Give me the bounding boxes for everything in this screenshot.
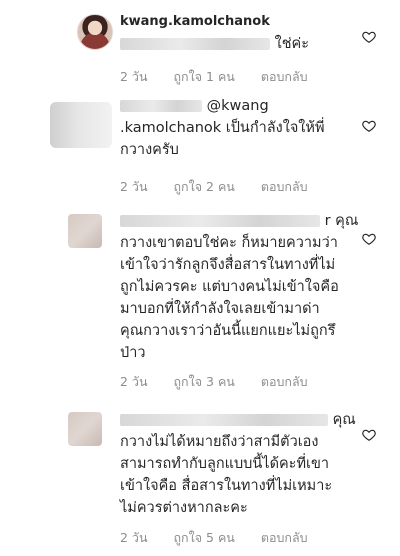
comment-2-meta: 2 วัน ถูกใจ 2 คน ตอบกลับ — [120, 177, 330, 197]
comment-4-text: คุณ กวางไม่ได้หมายถึงว่าสามีตัวเอง สามาร… — [120, 412, 356, 516]
timestamp: 2 วัน — [120, 530, 148, 545]
reply-button[interactable]: ตอบกลับ — [261, 69, 308, 84]
redacted-username — [120, 215, 320, 227]
username[interactable]: kwang.kamolchanok — [120, 14, 270, 29]
heart-outline-icon[interactable] — [362, 428, 376, 442]
comment-3-text: r คุณ กวางเขาตอบใช่คะ ก็หมายความว่า เข้า… — [120, 213, 359, 361]
reply-button[interactable]: ตอบกลับ — [261, 179, 308, 194]
heart-outline-icon[interactable] — [362, 119, 376, 133]
like-count[interactable]: ถูกใจ 5 คน — [173, 530, 234, 545]
comment-1-text: ใช่ค่ะ — [120, 33, 309, 55]
avatar[interactable] — [68, 214, 102, 248]
avatar[interactable] — [68, 412, 102, 446]
redacted-username — [120, 414, 328, 426]
timestamp: 2 วัน — [120, 69, 148, 84]
comment-4: คุณ กวางไม่ได้หมายถึงว่าสามีตัวเอง สามาร… — [0, 402, 400, 556]
heart-outline-icon[interactable] — [362, 232, 376, 246]
comment-4-meta: 2 วัน ถูกใจ 5 คน ตอบกลับ — [120, 528, 330, 548]
like-count[interactable]: ถูกใจ 2 คน — [173, 179, 234, 194]
redacted-username — [120, 100, 202, 112]
heart-outline-icon[interactable] — [362, 30, 376, 44]
reply-button[interactable]: ตอบกลับ — [261, 374, 308, 389]
like-count[interactable]: ถูกใจ 3 คน — [173, 374, 234, 389]
reply-button[interactable]: ตอบกลับ — [261, 530, 308, 545]
like-count[interactable]: ถูกใจ 1 คน — [173, 69, 234, 84]
comment-1-meta: 2 วัน ถูกใจ 1 คน ตอบกลับ — [120, 67, 330, 87]
comment-1: kwang.kamolchanok ใช่ค่ะ 2 วัน ถูกใจ 1 ค… — [0, 0, 400, 92]
avatar[interactable] — [50, 102, 112, 148]
comment-2: @kwang .kamolchanok เป็นกำลังใจให้พี่ กว… — [0, 92, 400, 204]
redacted-mention — [120, 38, 270, 50]
avatar[interactable] — [77, 14, 113, 50]
comment-3-meta: 2 วัน ถูกใจ 3 คน ตอบกลับ — [120, 372, 330, 392]
comment-2-text: @kwang .kamolchanok เป็นกำลังใจให้พี่ กว… — [120, 98, 325, 158]
comment-3: r คุณ กวางเขาตอบใช่คะ ก็หมายความว่า เข้า… — [0, 204, 400, 402]
comment-1-header: kwang.kamolchanok — [120, 14, 270, 29]
timestamp: 2 วัน — [120, 374, 148, 389]
timestamp: 2 วัน — [120, 179, 148, 194]
